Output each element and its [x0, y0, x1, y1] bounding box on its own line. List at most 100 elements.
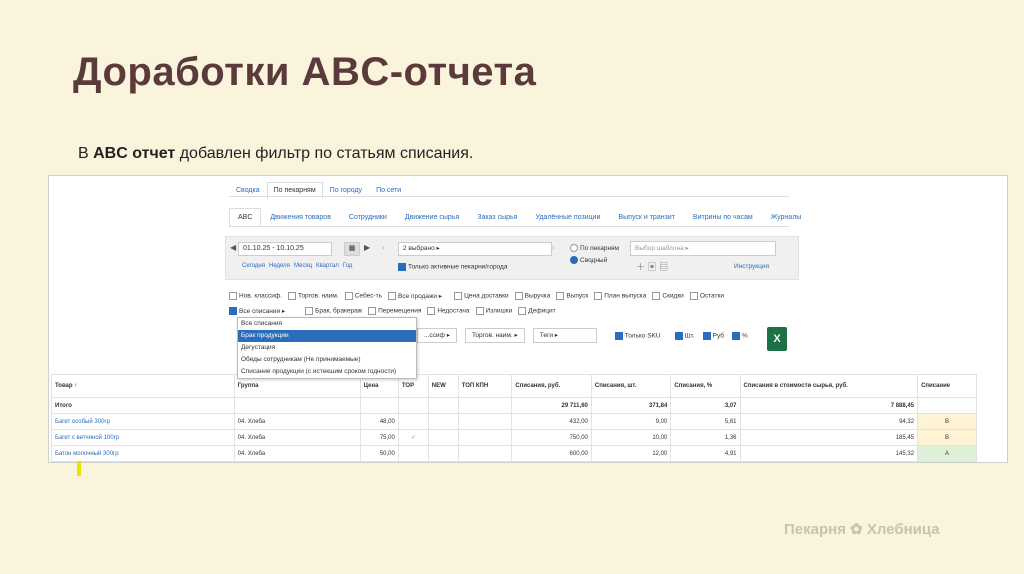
- cell: 48,00: [359, 413, 399, 430]
- opt-revenue[interactable]: Выручка: [514, 292, 550, 300]
- opt-new-classif[interactable]: Нов. классиф.: [229, 292, 282, 300]
- tab-goods-movement[interactable]: Движения товаров: [261, 208, 340, 227]
- tab-deleted[interactable]: Удалённые позиции: [526, 208, 609, 227]
- opt-defects[interactable]: Брак, бракераж: [305, 307, 362, 315]
- cell: [457, 429, 513, 446]
- prev-icon[interactable]: ‹: [382, 243, 385, 252]
- cell: [457, 413, 513, 430]
- tags-select[interactable]: Теги ▸: [532, 328, 597, 343]
- dropdown-item[interactable]: Дегустация: [238, 342, 416, 354]
- col-top-kpn[interactable]: ТОП КПН: [457, 374, 513, 398]
- cell: [397, 445, 429, 462]
- save-icon[interactable]: ▣: [648, 262, 657, 272]
- range-year[interactable]: Год: [343, 263, 353, 269]
- opt-deficit[interactable]: Дефицит: [518, 307, 556, 315]
- date-range-input[interactable]: 01.10.25 - 10.10.25: [238, 242, 332, 256]
- check-icon: ✓: [397, 429, 429, 446]
- abc-table: Товар ↑ Группа Цена TOP NEW ТОП КПН Спис…: [51, 374, 977, 462]
- cell: 75,00: [359, 429, 399, 446]
- opt-delivery-price[interactable]: Цена доставки: [454, 292, 509, 300]
- prev-period-icon[interactable]: ◀: [230, 243, 236, 252]
- cell: 94,32: [739, 413, 919, 430]
- col-new[interactable]: NEW: [427, 374, 459, 398]
- opt-surplus[interactable]: Излишки: [475, 307, 512, 315]
- cell: [427, 397, 459, 414]
- product-link[interactable]: Батон молочный 300гр: [51, 445, 235, 462]
- opt-all-sales[interactable]: Все продажи ▸: [387, 292, 442, 301]
- opt-trade-name[interactable]: Торгов. наим.: [287, 292, 339, 300]
- only-active-checkbox[interactable]: Только активные пекарни/города: [398, 263, 507, 271]
- cell: 600,00: [511, 445, 592, 462]
- instructions-link[interactable]: Инструкция: [734, 263, 769, 270]
- rub-checkbox[interactable]: Руб: [702, 331, 724, 340]
- divider: [229, 226, 789, 227]
- cell: [359, 397, 399, 414]
- highlight-marker: [77, 461, 81, 476]
- cell: 371,84: [590, 397, 672, 414]
- percent-checkbox[interactable]: %: [732, 331, 748, 340]
- next-period-icon[interactable]: ▶: [364, 243, 370, 252]
- radio-by-bakery[interactable]: По пекарням: [570, 243, 619, 255]
- col-product[interactable]: Товар ↑: [51, 374, 235, 398]
- quick-ranges: Сегодня Неделя Месяц Квартал Год: [242, 263, 352, 269]
- product-link[interactable]: Багет с ветчиной 100гр: [51, 429, 235, 446]
- table-row: Багет с ветчиной 100гр 04. Хлеба 75,00 ✓…: [51, 429, 977, 446]
- only-sku-checkbox[interactable]: Только SKU: [614, 331, 661, 340]
- opt-output-plan[interactable]: План выпуска: [594, 292, 646, 300]
- cell: 185,45: [739, 429, 919, 446]
- radio-summary[interactable]: Сводный: [570, 255, 619, 267]
- pcs-checkbox[interactable]: Шт.: [674, 331, 695, 340]
- bakery-select[interactable]: 2 выбрано ▸: [398, 242, 552, 256]
- delete-icon[interactable]: ▤: [659, 262, 668, 272]
- cell: [457, 397, 513, 414]
- cell: 12,00: [590, 445, 672, 462]
- opt-all-writeoffs[interactable]: Все списания ▸: [229, 307, 285, 316]
- add-icon[interactable]: ＋: [636, 262, 645, 272]
- tab-showcase-hours[interactable]: Витрины по часам: [684, 208, 762, 227]
- col-writeoff-pct[interactable]: Списания, %: [670, 374, 741, 398]
- cell: [397, 413, 429, 430]
- tab-output-transit[interactable]: Выпуск и транзит: [609, 208, 683, 227]
- tab-raw-order[interactable]: Заказ сырья: [468, 208, 526, 227]
- tab-journals[interactable]: Журналы: [762, 208, 811, 227]
- dropdown-item[interactable]: Списание продукции (с истекшим сроком го…: [238, 366, 416, 378]
- tab-raw-movement[interactable]: Движение сырья: [396, 208, 468, 227]
- opt-discounts[interactable]: Скидки: [652, 292, 684, 300]
- range-week[interactable]: Неделя: [269, 263, 290, 269]
- cell: 04. Хлеба: [233, 429, 361, 446]
- cell: [397, 397, 429, 414]
- col-writeoff-raw[interactable]: Списания в стоимости сырья, руб.: [739, 374, 919, 398]
- opt-stock[interactable]: Остатки: [689, 292, 724, 300]
- writeoff-options: Все списания ▸ Брак, бракераж Перемещени…: [229, 307, 556, 316]
- range-month[interactable]: Месяц: [294, 263, 312, 269]
- table-row: Батон молочный 300гр 04. Хлеба 50,00 600…: [51, 445, 977, 462]
- template-select[interactable]: Выбор шаблона ▸: [630, 241, 776, 256]
- divider: [229, 196, 789, 197]
- opt-transfers[interactable]: Перемещения: [368, 307, 421, 315]
- range-today[interactable]: Сегодня: [242, 263, 265, 269]
- col-writeoff-pcs[interactable]: Списания, шт.: [590, 374, 672, 398]
- opt-shortage[interactable]: Недостача: [427, 307, 470, 315]
- tab-abc[interactable]: ABC: [229, 208, 262, 227]
- cell: [917, 397, 977, 414]
- tab-employees[interactable]: Сотрудники: [340, 208, 396, 227]
- dropdown-item[interactable]: Обеды сотрудникам (Не принимаемые): [238, 354, 416, 366]
- col-writeoff-class[interactable]: Списание: [917, 374, 977, 398]
- dropdown-item[interactable]: Все списания: [238, 318, 416, 330]
- next-icon[interactable]: ›: [552, 243, 555, 252]
- product-link[interactable]: Багет особый 300гр: [51, 413, 235, 430]
- opt-cost[interactable]: Себес-ть: [344, 292, 382, 300]
- col-writeoff-rub[interactable]: Списания, руб.: [511, 374, 592, 398]
- table-total-row: Итого 29 711,60 371,84 3,07 7 888,45: [51, 397, 977, 414]
- trade-name-select[interactable]: Торгов. наим. ▸: [464, 328, 525, 343]
- calendar-icon[interactable]: ▦: [344, 242, 360, 256]
- cell: 7 888,45: [739, 397, 919, 414]
- abc-class-badge: A: [917, 445, 977, 462]
- excel-icon[interactable]: X: [767, 327, 787, 351]
- classif-select[interactable]: ...ссиф ▸: [417, 328, 457, 343]
- cell: 5,61: [670, 413, 741, 430]
- range-quarter[interactable]: Квартал: [316, 263, 339, 269]
- dropdown-item-selected[interactable]: Брак продукции: [238, 330, 416, 342]
- opt-output[interactable]: Выпуск: [556, 292, 588, 300]
- cell: 432,00: [511, 413, 592, 430]
